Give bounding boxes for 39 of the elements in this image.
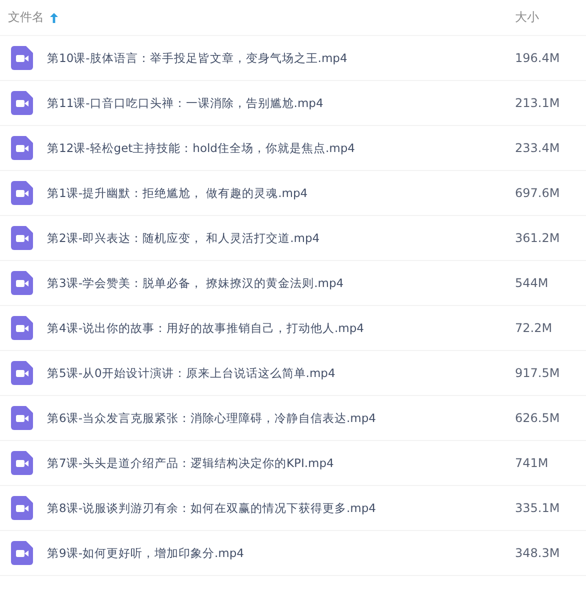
video-file-icon: [11, 361, 33, 385]
file-name[interactable]: 第11课-口音口吃口头禅：一课消除，告别尴尬.mp4: [47, 96, 515, 110]
file-name[interactable]: 第5课-从0开始设计演讲：原来上台说话这么简单.mp4: [47, 366, 515, 380]
video-file-icon: [11, 46, 33, 70]
file-name[interactable]: 第6课-当众发言克服紧张：消除心理障碍，冷静自信表达.mp4: [47, 410, 515, 426]
video-file-icon: [11, 316, 33, 340]
file-size: 626.5M: [515, 411, 560, 425]
file-size: 697.6M: [515, 186, 560, 200]
file-name[interactable]: 第7课-头头是道介绍产品：逻辑结构决定你的KPI.mp4: [47, 456, 515, 470]
sort-arrow-icon[interactable]: [50, 12, 58, 22]
file-size: 348.3M: [515, 546, 560, 560]
video-file-icon: [11, 226, 33, 250]
file-size: 917.5M: [515, 366, 560, 380]
size-column-header[interactable]: 大小: [515, 9, 539, 26]
file-size: 335.1M: [515, 501, 560, 515]
file-size: 233.4M: [515, 141, 560, 155]
file-size: 196.4M: [515, 51, 560, 65]
file-size: 72.2M: [515, 321, 552, 335]
file-name[interactable]: 第4课-说出你的故事：用好的故事推销自己，打动他人.mp4: [47, 320, 515, 336]
file-name[interactable]: 第8课-说服谈判游刃有余：如何在双赢的情况下获得更多.mp4: [47, 500, 515, 516]
file-size: 213.1M: [515, 96, 560, 110]
file-name[interactable]: 第9课-如何更好听，增加印象分.mp4: [47, 546, 515, 560]
file-name[interactable]: 第12课-轻松get主持技能：hold住全场，你就是焦点.mp4: [47, 140, 515, 156]
video-file-icon: [11, 181, 33, 205]
video-file-icon: [11, 496, 33, 520]
file-name[interactable]: 第1课-提升幽默：拒绝尴尬， 做有趣的灵魂.mp4: [47, 186, 515, 200]
file-size: 544M: [515, 276, 548, 290]
video-file-icon: [11, 451, 33, 475]
video-file-icon: [11, 541, 33, 565]
video-file-icon: [11, 136, 33, 160]
video-file-icon: [11, 91, 33, 115]
file-size: 361.2M: [515, 231, 560, 245]
file-name[interactable]: 第10课-肢体语言：举手投足皆文章，变身气场之王.mp4: [47, 50, 515, 66]
file-name[interactable]: 第3课-学会赞美：脱单必备， 撩妹撩汉的黄金法则.mp4: [47, 276, 515, 290]
name-column-header[interactable]: 文件名: [8, 9, 44, 26]
file-size: 741M: [515, 456, 548, 470]
video-file-icon: [11, 271, 33, 295]
file-name[interactable]: 第2课-即兴表达：随机应变， 和人灵活打交道.mp4: [47, 230, 515, 246]
video-file-icon: [11, 406, 33, 430]
